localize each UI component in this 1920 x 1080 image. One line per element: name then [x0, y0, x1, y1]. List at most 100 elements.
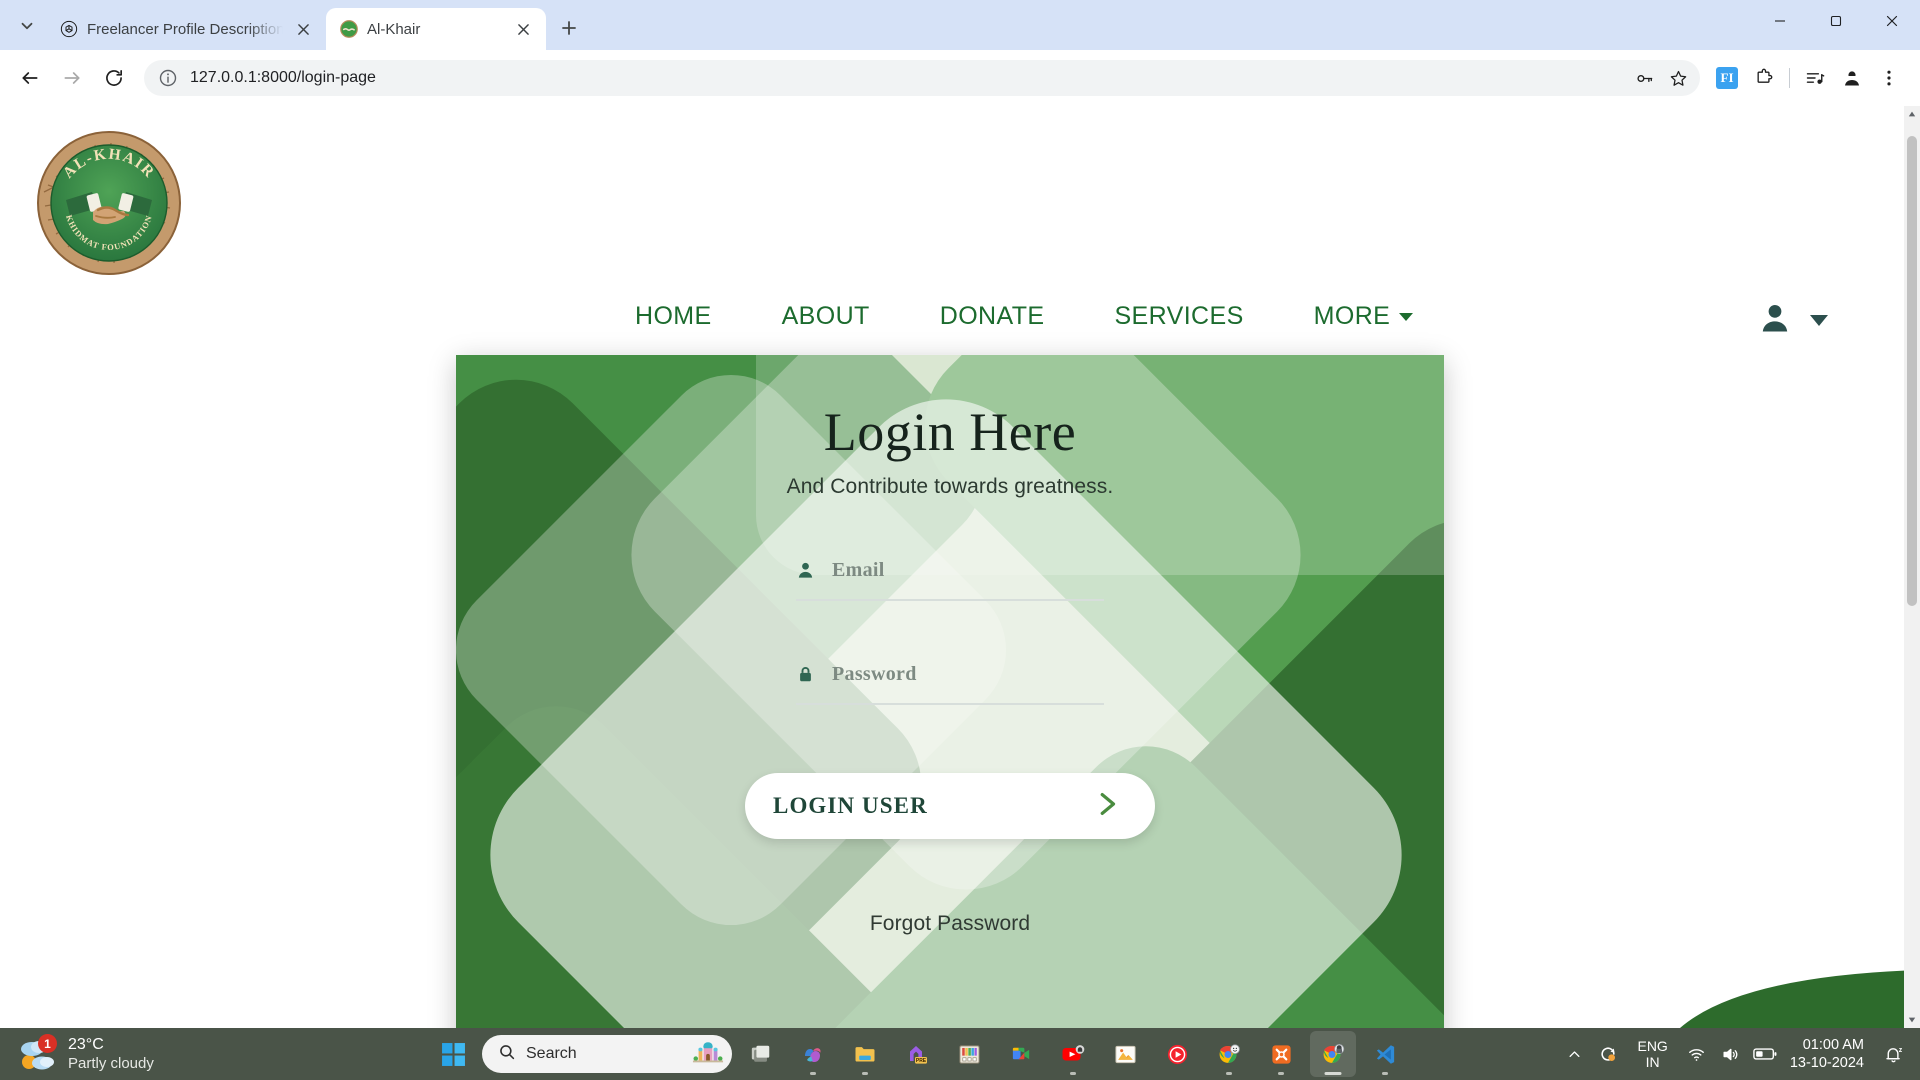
- page-title: Login Here: [823, 402, 1077, 462]
- bell-dnd-icon[interactable]: z: [1878, 1037, 1908, 1071]
- app-running-indicator: [1382, 1072, 1388, 1075]
- password-field[interactable]: Password: [796, 659, 1104, 705]
- close-icon[interactable]: [292, 18, 314, 40]
- alkhair-icon: [340, 20, 358, 38]
- weather-condition: Partly cloudy: [68, 1054, 154, 1072]
- taskbar-app-file-explorer[interactable]: [842, 1031, 888, 1077]
- site-header: [0, 106, 1904, 250]
- maximize-icon[interactable]: [1808, 0, 1864, 42]
- chevron-up-icon[interactable]: [1559, 1037, 1589, 1071]
- page-subtitle: And Contribute towards greatness.: [786, 475, 1114, 498]
- toolbar-divider: [1789, 68, 1790, 88]
- back-button[interactable]: [10, 58, 50, 98]
- language-line-2: IN: [1645, 1054, 1660, 1070]
- minimize-icon[interactable]: [1752, 0, 1808, 42]
- login-form: Login Here And Contribute towards greatn…: [456, 355, 1444, 1028]
- taskbar-app-chrome-profile[interactable]: [1206, 1031, 1252, 1077]
- page-scrollbar[interactable]: [1904, 106, 1920, 1028]
- nav-item-services[interactable]: SERVICES: [1079, 302, 1278, 331]
- email-placeholder: Email: [832, 558, 885, 581]
- taskbar-app-premiere-pro[interactable]: PRE: [894, 1031, 940, 1077]
- extension-fi-icon[interactable]: FI: [1710, 61, 1744, 95]
- toolbar-right-icons: FI: [1710, 61, 1906, 95]
- login-user-button[interactable]: LOGIN USER: [745, 773, 1155, 839]
- forward-button[interactable]: [52, 58, 92, 98]
- volume-icon[interactable]: [1716, 1037, 1746, 1071]
- taskbar-app-google-meet[interactable]: [998, 1031, 1044, 1077]
- taskbar-clock[interactable]: 01:00 AM 13-10-2024: [1784, 1036, 1874, 1072]
- nav-item-about[interactable]: ABOUT: [747, 302, 905, 331]
- nav-item-more[interactable]: MORE: [1279, 302, 1449, 331]
- app-running-indicator: [1226, 1072, 1232, 1075]
- taskbar-app-youtube[interactable]: [1050, 1031, 1096, 1077]
- chevron-right-icon: [1091, 789, 1121, 824]
- tab-title: Al-Khair: [367, 20, 421, 38]
- taskbar-app-photos[interactable]: [1102, 1031, 1148, 1077]
- taskbar-apps: Search PRE: [430, 1028, 1408, 1080]
- taskbar-app-color-editor[interactable]: [946, 1031, 992, 1077]
- lock-icon: [796, 663, 816, 685]
- taskbar-app-vscode[interactable]: [1362, 1031, 1408, 1077]
- site-info-icon[interactable]: [158, 68, 178, 88]
- star-icon[interactable]: [1662, 62, 1694, 94]
- password-placeholder: Password: [832, 662, 917, 685]
- taskbar-app-copilot[interactable]: [790, 1031, 836, 1077]
- app-running-indicator: [1070, 1072, 1076, 1075]
- clock-date: 13-10-2024: [1789, 1055, 1864, 1071]
- three-dot-menu-icon[interactable]: [1872, 61, 1906, 95]
- svg-text:PRE: PRE: [916, 1058, 927, 1064]
- close-icon[interactable]: [512, 18, 534, 40]
- taskbar-app-media-player[interactable]: [1154, 1031, 1200, 1077]
- new-tab-button[interactable]: [552, 11, 586, 45]
- weather-temperature: 23°C: [68, 1035, 104, 1053]
- scrollbar-thumb[interactable]: [1907, 136, 1917, 606]
- taskbar-app-xampp[interactable]: [1258, 1031, 1304, 1077]
- chevron-down-icon: [1810, 315, 1828, 326]
- app-running-indicator: [1278, 1072, 1284, 1075]
- clock-time: 01:00 AM: [1802, 1036, 1864, 1053]
- page-viewport: AL-KHAIR KHIDMAT FOUNDATION HOME ABOUT D…: [0, 106, 1920, 1028]
- browser-tabstrip: Freelancer Profile Description U Al-Khai…: [0, 0, 1920, 50]
- address-bar[interactable]: 127.0.0.1:8000/login-page: [144, 60, 1700, 96]
- window-controls: [1752, 0, 1920, 42]
- reload-button[interactable]: [94, 58, 134, 98]
- scroll-down-arrow-icon[interactable]: [1904, 1012, 1920, 1028]
- site-logo[interactable]: AL-KHAIR KHIDMAT FOUNDATION: [36, 130, 182, 276]
- taskbar-app-task-view[interactable]: [738, 1031, 784, 1077]
- extensions-puzzle-icon[interactable]: [1747, 61, 1781, 95]
- taskbar-app-chrome-active[interactable]: [1310, 1031, 1356, 1077]
- media-playlist-icon[interactable]: [1798, 61, 1832, 95]
- system-tray: ENG IN 01:00 AM 13-10-2024 z: [1559, 1028, 1920, 1080]
- password-underline: [796, 703, 1104, 705]
- start-button[interactable]: [430, 1031, 476, 1077]
- language-line-1: ENG: [1637, 1037, 1668, 1054]
- browser-tab-1[interactable]: Freelancer Profile Description U: [46, 8, 326, 50]
- battery-icon[interactable]: [1750, 1037, 1780, 1071]
- search-placeholder: Search: [526, 1045, 577, 1062]
- app-running-indicator: [810, 1072, 816, 1075]
- nav-item-home[interactable]: HOME: [600, 302, 747, 331]
- wifi-icon[interactable]: [1682, 1037, 1712, 1071]
- user-account-icon: [1758, 301, 1792, 340]
- close-window-icon[interactable]: [1864, 0, 1920, 42]
- profile-incognito-icon[interactable]: [1835, 61, 1869, 95]
- onedrive-sync-icon[interactable]: [1593, 1037, 1623, 1071]
- login-button-label: LOGIN USER: [773, 793, 928, 818]
- weather-widget[interactable]: 1 23°C Partly cloudy: [0, 1034, 300, 1074]
- scroll-up-arrow-icon[interactable]: [1904, 106, 1920, 122]
- search-input[interactable]: Search: [482, 1035, 732, 1073]
- tab-search-button[interactable]: [8, 7, 46, 45]
- search-icon: [498, 1043, 516, 1066]
- password-key-icon[interactable]: [1628, 62, 1660, 94]
- app-running-indicator: [862, 1072, 868, 1075]
- url-text: 127.0.0.1:8000/login-page: [190, 69, 376, 86]
- nav-item-donate[interactable]: DONATE: [905, 302, 1080, 331]
- mosque-icon: [692, 1039, 724, 1070]
- windows-taskbar: 1 23°C Partly cloudy Search PRE ENG IN 0…: [0, 1028, 1920, 1080]
- language-indicator[interactable]: ENG IN: [1627, 1038, 1677, 1070]
- email-field[interactable]: Email: [796, 555, 1104, 601]
- svg-text:z: z: [1898, 1046, 1902, 1053]
- forgot-password-link[interactable]: Forgot Password: [870, 912, 1030, 936]
- account-menu[interactable]: [1758, 301, 1828, 340]
- browser-tab-2[interactable]: Al-Khair: [326, 8, 546, 50]
